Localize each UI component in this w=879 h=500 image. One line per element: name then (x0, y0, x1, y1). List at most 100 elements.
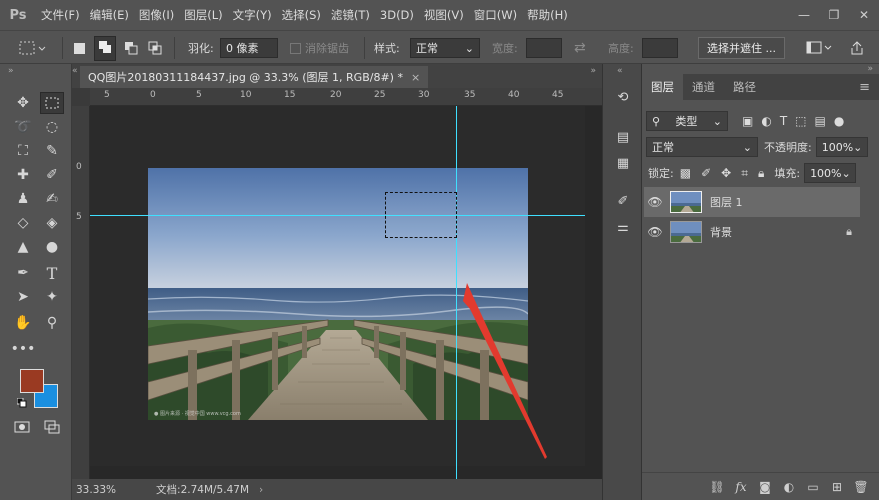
clone-stamp-icon[interactable]: ♟ (11, 188, 35, 210)
screen-mode-icon[interactable] (40, 416, 64, 438)
crop-icon[interactable]: ⛶ (11, 140, 35, 162)
type-icon[interactable]: T (40, 262, 64, 284)
adjustments-icon[interactable]: ⚌ (614, 218, 632, 236)
eraser-icon[interactable]: ◇ (11, 212, 35, 234)
status-menu-icon[interactable]: › (259, 484, 263, 496)
swap-dimensions-icon[interactable]: ⇄ (574, 31, 586, 65)
new-adjustment-layer-icon[interactable]: ◐ (779, 477, 799, 497)
close-window-button[interactable]: ✕ (849, 0, 879, 30)
blur-icon[interactable]: ▲ (11, 236, 35, 258)
lock-artboard-icon[interactable]: ⌗ (741, 166, 748, 181)
eyedropper-icon[interactable]: ✎ (40, 140, 64, 162)
layer-row[interactable]: 👁︎ 图层 1 (644, 187, 860, 217)
healing-brush-icon[interactable]: ✚ (11, 164, 35, 186)
layer-style-icon[interactable]: fx (731, 477, 751, 497)
new-selection-icon[interactable] (74, 31, 85, 65)
layer-filter-select[interactable]: ⚲ 类型 ⌄ (646, 111, 728, 131)
lock-all-icon[interactable]: 🔒︎ (758, 166, 764, 181)
custom-shape-icon[interactable]: ✦ (40, 286, 64, 308)
tab-channels[interactable]: 通道 (683, 74, 724, 100)
filter-toggle-icon[interactable]: ● (834, 114, 844, 128)
style-select[interactable]: 正常 ⌄ (410, 38, 480, 58)
tab-layers[interactable]: 图层 (642, 74, 683, 100)
menu-help[interactable]: 帮助(H) (522, 0, 573, 30)
filter-type-icon[interactable]: T (780, 114, 787, 128)
width-input[interactable] (526, 38, 562, 58)
filter-smart-object-icon[interactable]: ▤ (815, 114, 826, 128)
selection-marquee[interactable] (385, 192, 457, 238)
quick-mask-icon[interactable] (10, 416, 34, 438)
pen-icon[interactable]: ✒ (11, 262, 35, 284)
default-colors-icon[interactable] (16, 397, 27, 411)
share-icon[interactable] (850, 31, 864, 65)
visibility-eye-icon[interactable]: 👁︎ (644, 225, 666, 239)
lock-transparency-icon[interactable]: ▩ (680, 166, 691, 181)
layer-row[interactable]: 👁︎ 背景 🔒︎ (644, 217, 860, 247)
menu-edit[interactable]: 编辑(E) (85, 0, 134, 30)
fill-input[interactable]: 100% ⌄ (804, 163, 857, 183)
feather-input[interactable]: 0 像素 (220, 38, 278, 58)
filter-shape-icon[interactable]: ⬚ (795, 114, 806, 128)
add-selection-icon[interactable] (94, 31, 116, 65)
new-group-icon[interactable]: ▭ (803, 477, 823, 497)
select-and-mask-button[interactable]: 选择并遮住 ... (698, 37, 785, 59)
collapse-icon[interactable]: » (8, 66, 14, 76)
paint-bucket-icon[interactable]: ◈ (40, 212, 64, 234)
photoshop-logo-icon[interactable]: Ps (0, 0, 36, 30)
quick-select-icon[interactable]: ◌ (40, 116, 64, 138)
history-brush-icon[interactable]: ✍ (40, 188, 64, 210)
restore-button[interactable]: ❐ (819, 0, 849, 30)
move-icon[interactable]: ✥ (11, 92, 35, 114)
lock-position-icon[interactable]: ✥ (721, 166, 731, 181)
brush-icon[interactable]: ✐ (40, 164, 64, 186)
link-layers-icon[interactable]: ⛓ (707, 477, 727, 497)
menu-select[interactable]: 选择(S) (277, 0, 326, 30)
history-icon[interactable]: ⟲ (614, 88, 632, 106)
new-layer-icon[interactable]: ⊞ (827, 477, 847, 497)
workspace-icon[interactable] (806, 31, 832, 65)
minimize-button[interactable]: — (789, 0, 819, 30)
antialias-checkbox[interactable]: 消除锯齿 (290, 31, 349, 65)
dodge-icon[interactable]: ● (40, 236, 64, 258)
tab-paths[interactable]: 路径 (724, 74, 765, 100)
properties-icon[interactable]: ▤ (614, 128, 632, 146)
subtract-selection-icon[interactable] (124, 31, 138, 65)
blend-mode-select[interactable]: 正常 ⌄ (646, 137, 758, 157)
menu-file[interactable]: 文件(F) (36, 0, 85, 30)
lasso-icon[interactable]: ➰ (11, 116, 35, 138)
collapse-left-icon[interactable]: « (72, 66, 78, 76)
guide-horizontal[interactable] (90, 215, 585, 216)
hand-icon[interactable]: ✋ (11, 312, 35, 334)
foreground-color-swatch[interactable] (20, 369, 44, 393)
menu-window[interactable]: 窗口(W) (469, 0, 522, 30)
zoom-level[interactable]: 33.33% (76, 484, 116, 496)
zoom-icon[interactable]: ⚲ (40, 312, 64, 334)
lock-pixels-icon[interactable]: ✐ (701, 166, 711, 181)
document-tab[interactable]: QQ图片20180311184437.jpg @ 33.3% (图层 1, RG… (80, 66, 429, 88)
menu-image[interactable]: 图像(I) (134, 0, 179, 30)
collapse-panel-icon[interactable]: » (867, 64, 873, 74)
close-tab-icon[interactable]: × (411, 71, 420, 84)
collapse-right-icon[interactable]: » (590, 66, 596, 76)
visibility-eye-icon[interactable]: 👁︎ (644, 195, 666, 209)
libraries-icon[interactable]: ▦ (614, 154, 632, 172)
more-tools-icon[interactable]: ••• (11, 338, 36, 360)
height-input[interactable] (642, 38, 678, 58)
menu-filter[interactable]: 滤镜(T) (326, 0, 375, 30)
panel-menu-icon[interactable]: ≡ (850, 74, 879, 100)
menu-type[interactable]: 文字(Y) (228, 0, 277, 30)
marquee-preset-icon[interactable] (18, 31, 48, 65)
menu-3d[interactable]: 3D(D) (375, 0, 419, 30)
filter-adjustment-icon[interactable]: ◐ (761, 114, 771, 128)
layer-name[interactable]: 图层 1 (710, 194, 743, 210)
layer-name[interactable]: 背景 (710, 224, 732, 240)
opacity-input[interactable]: 100% ⌄ (815, 137, 868, 157)
path-select-icon[interactable]: ➤ (11, 286, 35, 308)
menu-layer[interactable]: 图层(L) (179, 0, 227, 30)
add-mask-icon[interactable]: ◙ (755, 477, 775, 497)
intersect-selection-icon[interactable] (148, 31, 162, 65)
menu-view[interactable]: 视图(V) (419, 0, 469, 30)
collapse-strip-icon[interactable]: « (617, 66, 623, 76)
delete-layer-icon[interactable]: 🗑︎ (851, 477, 871, 497)
brush-settings-icon[interactable]: ✐ (614, 192, 632, 210)
